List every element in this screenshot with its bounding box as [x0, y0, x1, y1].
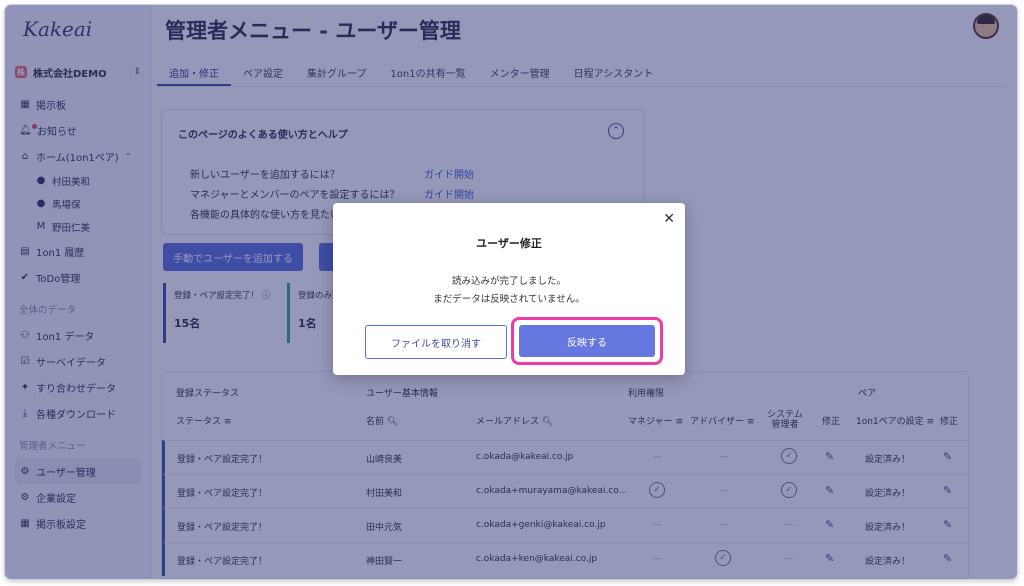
- highlight-frame: 反映する: [511, 317, 663, 365]
- modal-title: ユーザー修正: [476, 237, 542, 250]
- modal-message-line2: まだデータは反映されていません。: [433, 294, 585, 305]
- modal-message-line1: 読み込みが完了しました。: [451, 276, 566, 287]
- close-icon[interactable]: ✕: [663, 211, 675, 227]
- cancel-file-button[interactable]: ファイルを取り消す: [365, 325, 507, 359]
- apply-button[interactable]: 反映する: [519, 325, 655, 357]
- user-edit-modal: ✕ ユーザー修正 読み込みが完了しました。 まだデータは反映されていません。 フ…: [333, 203, 685, 375]
- app-window: Kakeai 株 株式会社DEMO ⇕ ▦ 掲示板 🔔︎ お知らせ ⌂ ホーム(1on…: [5, 5, 1017, 579]
